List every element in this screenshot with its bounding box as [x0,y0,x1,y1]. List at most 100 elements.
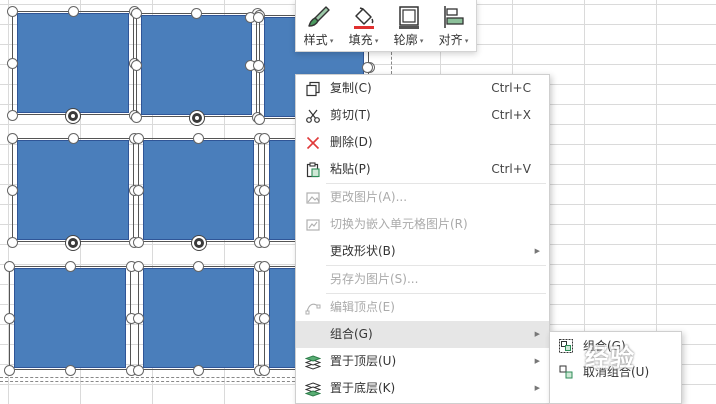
menu-item-label: 删除(D) [330,135,373,149]
page-break-line [391,52,392,74]
menu-item-label: 另存为图片(S)... [330,272,419,286]
rectangle-shape[interactable] [143,268,254,368]
resize-handle[interactable] [6,184,18,196]
group-icon [559,339,573,353]
resize-handle[interactable] [258,364,270,376]
embed-cell-picture-icon [306,219,320,231]
resize-handle[interactable] [3,260,15,272]
style-label: 样式 [304,31,334,48]
paint-bucket-icon [353,7,374,29]
resize-handle[interactable] [193,132,204,144]
submenu-arrow-icon: ▶ [534,384,540,392]
resize-handle[interactable] [130,111,142,123]
align-left-icon [443,6,464,28]
menu-item-label: 编辑顶点(E) [330,300,395,314]
copy-icon [306,81,320,97]
resize-handle[interactable] [132,260,144,272]
resize-handle[interactable] [3,364,15,376]
menu-item-shortcut: Ctrl+C [491,81,531,95]
resize-handle[interactable] [193,260,204,272]
resize-handle[interactable] [258,184,270,196]
menu-item-label: 置于顶层(U) [330,354,397,368]
context-menu: 复制(C) Ctrl+C 剪切(T) Ctrl+X 删除(D) 粘贴(P) Ct… [295,74,550,404]
outline-button[interactable]: 轮廓 [387,0,431,52]
send-to-back-icon [305,382,321,397]
align-button[interactable]: 对齐 [432,0,476,52]
resize-handle[interactable] [258,132,270,144]
menu-item-paste[interactable]: 粘贴(P) Ctrl+V [296,156,549,183]
resize-handle[interactable] [6,57,18,69]
menu-item-label: 更改形状(B) [330,244,396,258]
outline-square-icon [398,6,419,29]
resize-handle[interactable] [258,236,270,248]
resize-handle[interactable] [130,7,142,19]
page-break-line [0,381,300,382]
resize-handle[interactable] [361,61,373,73]
resize-handle[interactable] [6,109,18,121]
menu-item-bring-to-front[interactable]: 置于顶层(U) ▶ [296,348,549,375]
menu-item-delete[interactable]: 删除(D) [296,129,549,156]
menu-item-label: 剪切(T) [330,108,371,122]
submenu-arrow-icon: ▶ [534,247,540,255]
align-label: 对齐 [439,31,469,48]
menu-item-edit-points[interactable]: 编辑顶点(E) [296,294,549,321]
page-break-line [0,377,300,378]
menu-item-save-as-picture[interactable]: 另存为图片(S)... [296,266,549,293]
menu-item-label: 置于底层(K) [330,381,396,395]
resize-handle[interactable] [6,132,18,144]
menu-item-change-shape[interactable]: 更改形状(B) ▶ [296,238,549,265]
resize-handle[interactable] [67,5,79,17]
resize-handle[interactable] [6,236,18,248]
rotation-handle-icon[interactable] [189,111,204,125]
rotation-handle-icon[interactable] [191,236,206,250]
rotation-handle-icon[interactable] [66,236,80,250]
menu-item-group[interactable]: 组合(G) ▶ [296,321,549,348]
resize-handle[interactable] [3,312,15,324]
menu-item-send-to-back[interactable]: 置于底层(K) ▶ [296,375,549,402]
resize-handle[interactable] [132,132,144,144]
rectangle-shape[interactable] [17,140,129,240]
menu-item-copy[interactable]: 复制(C) Ctrl+C [296,75,549,102]
resize-handle[interactable] [64,260,76,272]
menu-item-change-picture[interactable]: 更改图片(A)... [296,184,549,211]
resize-handle[interactable] [132,312,144,324]
resize-handle[interactable] [258,260,270,272]
submenu-arrow-icon: ▶ [534,357,540,365]
menu-item-label: 粘贴(P) [330,162,371,176]
resize-handle[interactable] [193,364,204,376]
fill-button[interactable]: 填充 [342,0,386,52]
resize-handle[interactable] [252,59,264,71]
submenu-arrow-icon: ▶ [534,330,540,338]
resize-handle[interactable] [253,113,265,125]
resize-handle[interactable] [191,7,202,19]
watermark-text: 经验 [585,344,635,372]
edit-points-icon [305,303,321,315]
change-picture-icon [306,192,320,204]
resize-handle[interactable] [130,59,142,71]
resize-handle[interactable] [132,364,144,376]
bring-to-front-icon [305,355,321,370]
rectangle-shape[interactable] [143,140,254,240]
resize-handle[interactable] [6,5,18,17]
menu-item-embed-cell-picture[interactable]: 切换为嵌入单元格图片(R) [296,211,549,238]
rectangle-shape[interactable] [17,13,129,113]
menu-item-shortcut: Ctrl+X [491,108,531,122]
delete-x-icon [306,136,320,150]
rectangle-shape[interactable] [14,268,126,368]
menu-item-shortcut: Ctrl+V [491,162,531,176]
rectangle-shape[interactable] [141,15,252,115]
style-button[interactable]: 样式 [297,0,341,52]
paste-icon [306,162,320,178]
resize-handle[interactable] [67,132,79,144]
resize-handle[interactable] [64,364,76,376]
resize-handle[interactable] [132,236,144,248]
scissors-icon [306,109,320,123]
brush-icon [307,6,330,27]
resize-handle[interactable] [258,312,270,324]
fill-label: 填充 [349,31,379,48]
menu-item-label: 复制(C) [330,81,372,95]
resize-handle[interactable] [132,184,144,196]
rotation-handle-icon[interactable] [66,109,80,123]
resize-handle[interactable] [252,11,264,23]
menu-item-cut[interactable]: 剪切(T) Ctrl+X [296,102,549,129]
